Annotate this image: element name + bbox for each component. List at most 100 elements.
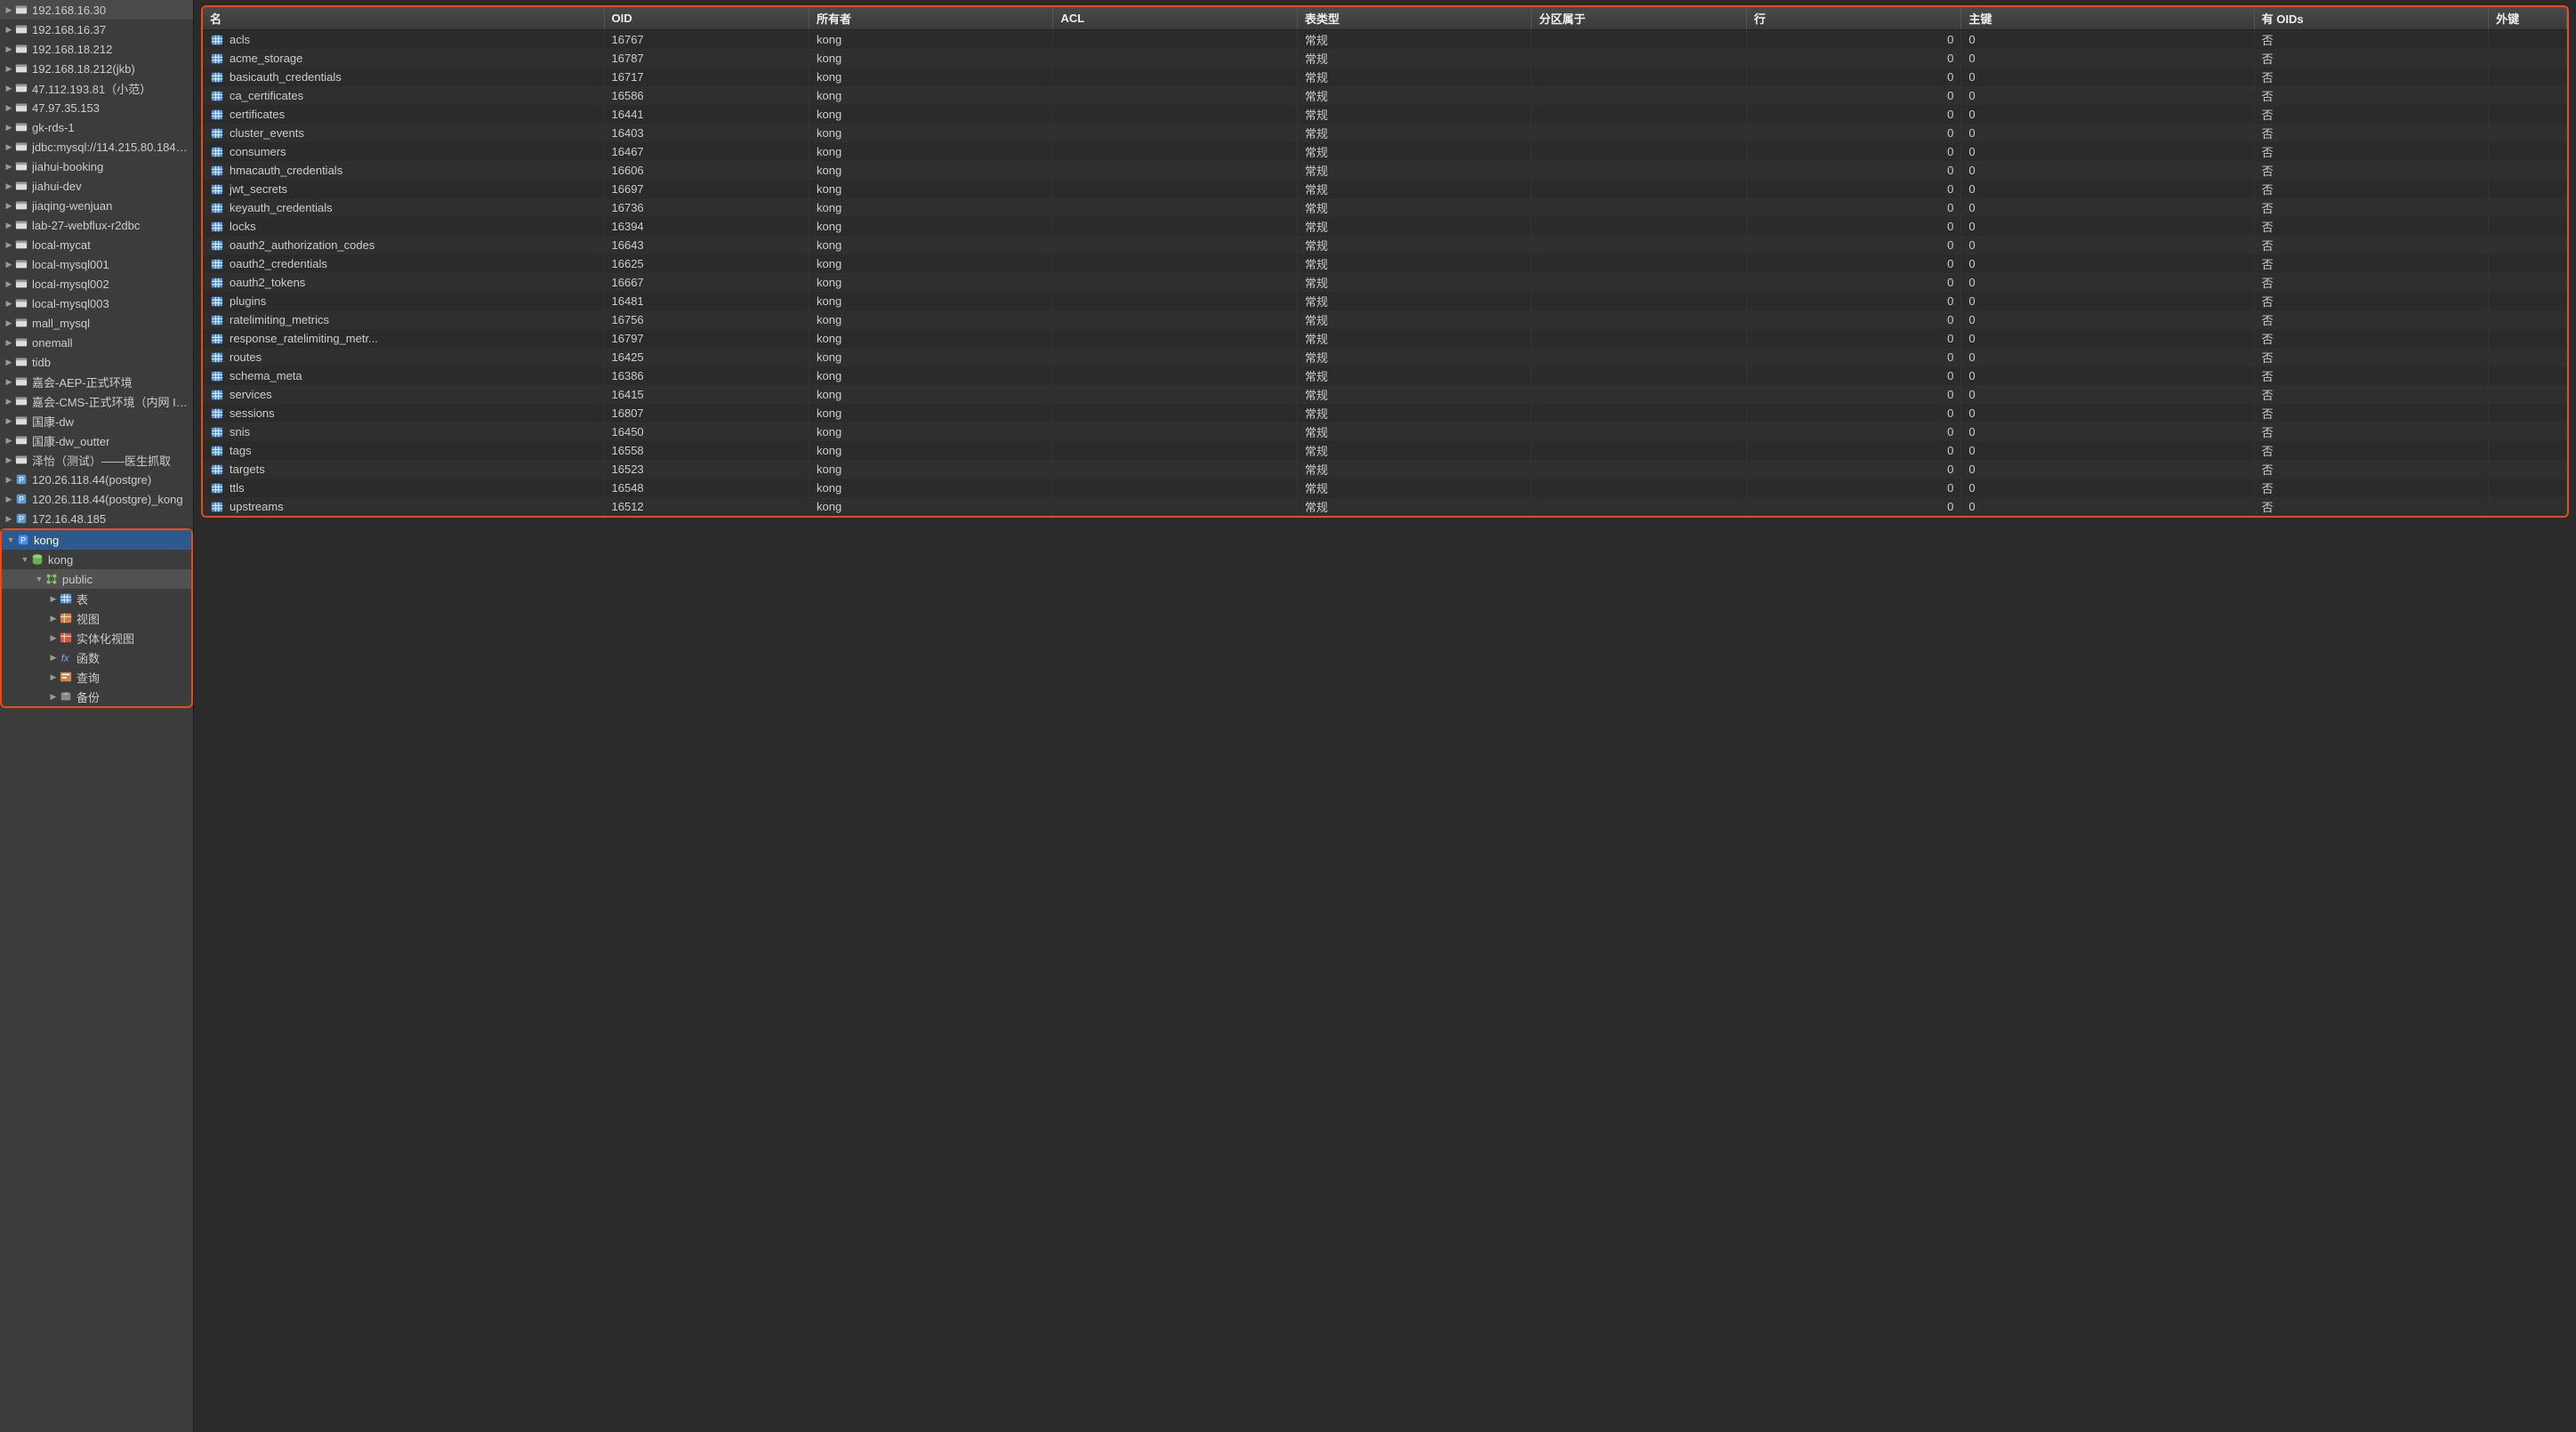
connection-item[interactable]: ▶172.16.48.185 [0, 509, 193, 528]
connection-item[interactable]: ▶192.168.18.212 [0, 39, 193, 59]
connection-item[interactable]: ▶192.168.16.37 [0, 20, 193, 39]
connection-item[interactable]: ▶泽怡（测试）——医生抓取 [0, 450, 193, 470]
table-row[interactable]: acme_storage16787kong常规00否 [203, 49, 2567, 68]
col-header-oid[interactable]: OID [604, 7, 809, 30]
table-row[interactable]: certificates16441kong常规00否 [203, 105, 2567, 124]
table-row[interactable]: consumers16467kong常规00否 [203, 142, 2567, 161]
col-header-owner[interactable]: 所有者 [809, 7, 1053, 30]
expand-arrow-icon[interactable]: ▶ [4, 84, 14, 93]
expand-arrow-icon[interactable]: ▶ [4, 240, 14, 250]
expand-arrow-icon[interactable]: ▶ [4, 162, 14, 172]
connection-item[interactable]: ▶local-mysql002 [0, 274, 193, 294]
expand-arrow-icon[interactable]: ▶ [4, 64, 14, 74]
expand-arrow-icon[interactable]: ▶ [4, 279, 14, 289]
connection-item[interactable]: ▶47.112.193.81（小范） [0, 78, 193, 98]
col-header-partition[interactable]: 分区属于 [1532, 7, 1747, 30]
table-row[interactable]: tags16558kong常规00否 [203, 441, 2567, 460]
connection-item[interactable]: ▶local-mysql003 [0, 294, 193, 313]
connection-item[interactable]: ▶120.26.118.44(postgre) [0, 470, 193, 489]
schema-child-item[interactable]: ▶实体化视图 [2, 628, 191, 648]
expand-arrow-icon[interactable]: ▼ [34, 575, 44, 583]
expand-arrow-icon[interactable]: ▶ [4, 416, 14, 426]
expand-arrow-icon[interactable]: ▶ [48, 672, 59, 682]
table-row[interactable]: upstreams16512kong常规00否 [203, 497, 2567, 516]
expand-arrow-icon[interactable]: ▶ [4, 299, 14, 309]
table-row[interactable]: oauth2_credentials16625kong常规00否 [203, 254, 2567, 273]
expand-arrow-icon[interactable]: ▶ [4, 455, 14, 465]
col-header-type[interactable]: 表类型 [1297, 7, 1531, 30]
table-row[interactable]: sessions16807kong常规00否 [203, 404, 2567, 422]
table-row[interactable]: plugins16481kong常规00否 [203, 292, 2567, 310]
expand-arrow-icon[interactable]: ▶ [4, 44, 14, 54]
table-row[interactable]: targets16523kong常规00否 [203, 460, 2567, 479]
table-row[interactable]: cluster_events16403kong常规00否 [203, 124, 2567, 142]
expand-arrow-icon[interactable]: ▶ [4, 260, 14, 270]
connection-item[interactable]: ▶192.168.16.30 [0, 0, 193, 20]
table-row[interactable]: ca_certificates16586kong常规00否 [203, 86, 2567, 105]
connection-item[interactable]: ▶jiaqing-wenjuan [0, 196, 193, 215]
connection-item[interactable]: ▶local-mysql001 [0, 254, 193, 274]
table-row[interactable]: oauth2_tokens16667kong常规00否 [203, 273, 2567, 292]
connection-item[interactable]: ▶onemall [0, 333, 193, 352]
connection-item[interactable]: ▶lab-27-webflux-r2dbc [0, 215, 193, 235]
expand-arrow-icon[interactable]: ▶ [48, 614, 59, 623]
table-row[interactable]: basicauth_credentials16717kong常规00否 [203, 68, 2567, 86]
schema-child-item[interactable]: ▶备份 [2, 687, 191, 706]
expand-arrow-icon[interactable]: ▶ [4, 181, 14, 191]
connection-item[interactable]: ▶嘉会-CMS-正式环境（内网 IP） [0, 391, 193, 411]
expand-arrow-icon[interactable]: ▶ [48, 653, 59, 663]
connection-item[interactable]: ▶国康-dw_outter [0, 430, 193, 450]
table-row[interactable]: routes16425kong常规00否 [203, 348, 2567, 366]
col-header-fk[interactable]: 外键 [2489, 7, 2567, 30]
table-row[interactable]: hmacauth_credentials16606kong常规00否 [203, 161, 2567, 180]
schema-node[interactable]: ▼ public [2, 569, 191, 589]
table-row[interactable]: locks16394kong常规00否 [203, 217, 2567, 236]
expand-arrow-icon[interactable]: ▶ [4, 25, 14, 35]
database-node[interactable]: ▼ kong [2, 550, 191, 569]
expand-arrow-icon[interactable]: ▶ [4, 318, 14, 328]
connection-item[interactable]: ▶嘉会-AEP-正式环境 [0, 372, 193, 391]
schema-child-item[interactable]: ▶函数 [2, 648, 191, 667]
expand-arrow-icon[interactable]: ▶ [4, 475, 14, 485]
expand-arrow-icon[interactable]: ▶ [4, 514, 14, 524]
expand-arrow-icon[interactable]: ▼ [20, 555, 30, 564]
connection-item[interactable]: ▶47.97.35.153 [0, 98, 193, 117]
connection-kong-active[interactable]: ▼ kong [2, 530, 191, 550]
table-row[interactable]: oauth2_authorization_codes16643kong常规00否 [203, 236, 2567, 254]
col-header-oids[interactable]: 有 OIDs [2254, 7, 2488, 30]
connection-item[interactable]: ▶国康-dw [0, 411, 193, 430]
expand-arrow-icon[interactable]: ▶ [4, 377, 14, 387]
expand-arrow-icon[interactable]: ▶ [4, 397, 14, 406]
schema-child-item[interactable]: ▶视图 [2, 608, 191, 628]
col-header-name[interactable]: 名 [203, 7, 604, 30]
connection-tree[interactable]: ▶192.168.16.30▶192.168.16.37▶192.168.18.… [0, 0, 194, 1432]
table-row[interactable]: acls16767kong常规00否 [203, 30, 2567, 50]
schema-child-item[interactable]: ▶表 [2, 589, 191, 608]
expand-arrow-icon[interactable]: ▶ [48, 692, 59, 702]
table-row[interactable]: schema_meta16386kong常规00否 [203, 366, 2567, 385]
connection-item[interactable]: ▶192.168.18.212(jkb) [0, 59, 193, 78]
expand-arrow-icon[interactable]: ▶ [48, 633, 59, 643]
table-row[interactable]: ttls16548kong常规00否 [203, 479, 2567, 497]
expand-arrow-icon[interactable]: ▶ [4, 358, 14, 367]
expand-arrow-icon[interactable]: ▶ [4, 5, 14, 15]
connection-item[interactable]: ▶gk-rds-1 [0, 117, 193, 137]
tables-grid[interactable]: 名 OID 所有者 ACL 表类型 分区属于 行 主键 有 OIDs 外键 ac… [203, 7, 2567, 516]
connection-item[interactable]: ▶120.26.118.44(postgre)_kong [0, 489, 193, 509]
expand-arrow-icon[interactable]: ▼ [5, 535, 16, 544]
col-header-acl[interactable]: ACL [1053, 7, 1297, 30]
connection-item[interactable]: ▶jiahui-booking [0, 157, 193, 176]
expand-arrow-icon[interactable]: ▶ [4, 103, 14, 113]
table-row[interactable]: snis16450kong常规00否 [203, 422, 2567, 441]
expand-arrow-icon[interactable]: ▶ [48, 594, 59, 604]
schema-child-item[interactable]: ▶查询 [2, 667, 191, 687]
expand-arrow-icon[interactable]: ▶ [4, 495, 14, 504]
connection-item[interactable]: ▶jiahui-dev [0, 176, 193, 196]
connection-item[interactable]: ▶local-mycat [0, 235, 193, 254]
expand-arrow-icon[interactable]: ▶ [4, 201, 14, 211]
connection-item[interactable]: ▶jdbc:mysql://114.215.80.184:33... [0, 137, 193, 157]
table-row[interactable]: services16415kong常规00否 [203, 385, 2567, 404]
expand-arrow-icon[interactable]: ▶ [4, 221, 14, 230]
expand-arrow-icon[interactable]: ▶ [4, 436, 14, 446]
col-header-rows[interactable]: 行 [1746, 7, 1961, 30]
